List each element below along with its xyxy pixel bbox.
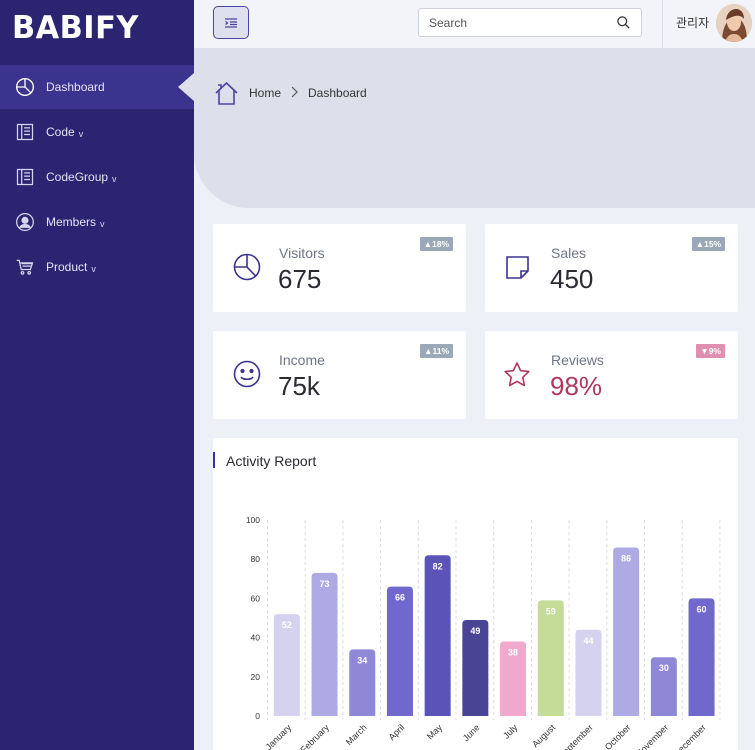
- sidebar-item-label: Dashboard: [46, 80, 105, 94]
- list-icon: [14, 166, 36, 188]
- x-tick-label: August: [530, 722, 557, 749]
- chevron-down-icon: v: [91, 263, 96, 274]
- x-tick-label: December: [672, 722, 708, 750]
- x-tick-label: April: [387, 722, 407, 742]
- x-tick-label: September: [557, 722, 595, 750]
- sidebar-item-label: Members: [46, 214, 97, 229]
- chart-bar: [424, 555, 451, 716]
- stat-value: 98%: [550, 371, 603, 401]
- chart-bar: [537, 600, 564, 716]
- pie-chart-icon: [233, 253, 261, 281]
- x-tick-label: June: [461, 722, 482, 743]
- chevron-down-icon: v: [100, 218, 105, 229]
- sidebar-nav: Dashboard Code v CodeGroup v Members v P…: [0, 65, 194, 289]
- stat-label: Sales: [551, 245, 587, 261]
- user-circle-icon: [14, 211, 36, 233]
- y-tick-label: 80: [251, 554, 261, 564]
- chart-bar: [688, 598, 715, 716]
- activity-chart: 0 20 40 60 80 100 52 January 73 February 34 March 66…: [246, 515, 721, 750]
- bar-value-label: 30: [659, 663, 669, 673]
- bar-value-label: 66: [395, 593, 405, 603]
- breadcrumb-current: Dashboard: [308, 86, 367, 100]
- stat-card-reviews[interactable]: Reviews 98% ▼9%: [485, 331, 738, 419]
- x-tick-label: July: [501, 722, 520, 741]
- bar-value-label: 59: [546, 606, 556, 616]
- x-tick-label: March: [344, 722, 369, 747]
- header-divider: [662, 0, 663, 48]
- y-tick-label: 0: [255, 711, 260, 721]
- chart-bar: [311, 572, 338, 716]
- avatar[interactable]: [716, 4, 752, 42]
- sidebar-item-label: Product: [46, 259, 88, 274]
- trend-badge: ▼9%: [696, 344, 725, 358]
- breadcrumb-home[interactable]: Home: [249, 86, 281, 100]
- cart-icon: [14, 256, 36, 278]
- search-box: [418, 8, 642, 37]
- bar-value-label: 82: [433, 561, 443, 571]
- note-icon: [506, 256, 529, 279]
- x-tick-label: February: [298, 722, 331, 750]
- stat-card-visitors[interactable]: Visitors 675 ▲18%: [213, 224, 466, 312]
- y-tick-label: 40: [251, 633, 261, 643]
- bar-value-label: 44: [583, 636, 593, 646]
- sidebar-item-product[interactable]: Product v: [0, 244, 194, 289]
- stat-card-income[interactable]: Income 75k ▲11%: [213, 331, 466, 419]
- breadcrumb: Home Dashboard: [214, 81, 367, 105]
- bar-value-label: 52: [282, 620, 292, 630]
- bar-value-label: 49: [470, 626, 480, 636]
- sidebar-item-code[interactable]: Code v: [0, 109, 194, 154]
- bar-value-label: 86: [621, 553, 631, 563]
- x-tick-label: November: [634, 722, 670, 750]
- x-tick-label: October: [603, 722, 633, 750]
- y-tick-label: 100: [246, 515, 260, 525]
- chevron-right-icon: [291, 86, 298, 101]
- chevron-down-icon: v: [112, 173, 117, 184]
- chevron-down-icon: v: [78, 128, 84, 139]
- username[interactable]: 관리자: [676, 14, 709, 31]
- trend-badge: ▲15%: [691, 237, 725, 251]
- bar-value-label: 38: [508, 648, 518, 658]
- bar-value-label: 34: [357, 655, 367, 665]
- sidebar-item-codegroup[interactable]: CodeGroup v: [0, 154, 194, 199]
- stat-value: 675: [278, 264, 322, 294]
- star-icon: [504, 362, 530, 387]
- list-icon: [14, 121, 36, 143]
- chart-bar: [386, 586, 413, 716]
- chart-bar: [613, 547, 640, 716]
- page-banner: Home Dashboard: [194, 48, 755, 208]
- trend-badge: ▲18%: [419, 237, 453, 251]
- sidebar-item-label: CodeGroup: [46, 169, 109, 184]
- stat-label: Reviews: [551, 352, 604, 368]
- stat-value: 450: [550, 264, 594, 294]
- y-tick-label: 20: [251, 672, 261, 682]
- menu-toggle-button[interactable]: [213, 6, 249, 39]
- sidebar-item-dashboard[interactable]: Dashboard: [0, 65, 194, 109]
- logo[interactable]: BABIFY: [12, 10, 139, 46]
- search-input[interactable]: [429, 15, 616, 30]
- home-icon[interactable]: [214, 81, 239, 105]
- stat-value: 75k: [278, 371, 320, 401]
- sidebar-item-label: Code: [46, 124, 75, 139]
- stat-label: Visitors: [279, 245, 325, 261]
- sidebar-item-members[interactable]: Members v: [0, 199, 194, 244]
- smile-icon: [233, 360, 261, 388]
- trend-badge: ▲11%: [420, 344, 453, 358]
- sidebar: BABIFY Dashboard Code v CodeGroup v Memb…: [0, 0, 194, 750]
- indent-icon: [225, 17, 237, 28]
- x-tick-label: January: [264, 722, 294, 750]
- x-tick-label: May: [425, 722, 444, 741]
- search-icon[interactable]: [616, 15, 631, 30]
- bar-value-label: 73: [320, 579, 330, 589]
- activity-report-card: Activity Report 0 20 40 60 80 100 52 January 73 F…: [213, 438, 738, 750]
- stat-card-sales[interactable]: Sales 450 ▲15%: [485, 224, 738, 312]
- bar-value-label: 60: [697, 604, 707, 614]
- header: 관리자: [194, 0, 755, 48]
- y-tick-label: 60: [251, 593, 261, 603]
- stat-label: Income: [279, 352, 325, 368]
- pie-chart-icon: [14, 76, 36, 98]
